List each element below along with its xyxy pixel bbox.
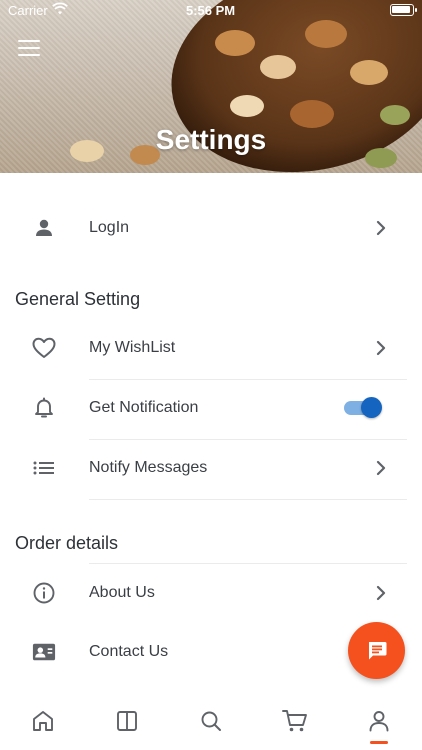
notify-messages-label: Notify Messages bbox=[89, 459, 208, 476]
person-icon bbox=[32, 216, 56, 240]
bell-icon bbox=[32, 396, 56, 420]
nut-decor bbox=[260, 55, 296, 79]
notification-label: Get Notification bbox=[89, 399, 199, 416]
battery-icon bbox=[390, 4, 417, 16]
general-setting-title: General Setting bbox=[15, 289, 141, 309]
nut-decor bbox=[230, 95, 264, 117]
cart-icon[interactable] bbox=[281, 707, 309, 735]
about-us-row[interactable]: About Us bbox=[0, 563, 422, 623]
divider bbox=[89, 499, 407, 500]
chevron-right-icon bbox=[376, 340, 386, 356]
list-icon bbox=[32, 456, 56, 480]
nut-decor bbox=[305, 20, 347, 48]
search-icon[interactable] bbox=[197, 707, 225, 735]
status-bar: Carrier 5:56 PM bbox=[0, 0, 422, 22]
carrier-label: Carrier bbox=[8, 3, 48, 18]
wishlist-row[interactable]: My WishList bbox=[0, 318, 422, 378]
home-icon[interactable] bbox=[29, 707, 57, 735]
clock: 5:56 PM bbox=[186, 3, 236, 18]
notify-messages-row[interactable]: Notify Messages bbox=[0, 438, 422, 498]
nut-decor bbox=[380, 105, 410, 125]
login-row[interactable]: LogIn bbox=[0, 198, 422, 258]
notification-toggle[interactable] bbox=[344, 397, 382, 418]
chevron-right-icon bbox=[376, 585, 386, 601]
toggle-knob bbox=[361, 397, 382, 418]
hamburger-menu-icon[interactable] bbox=[18, 40, 40, 58]
login-label: LogIn bbox=[89, 219, 130, 236]
profile-icon[interactable] bbox=[365, 707, 393, 735]
about-us-label: About Us bbox=[89, 584, 155, 601]
chevron-right-icon bbox=[376, 460, 386, 476]
order-details-title: Order details bbox=[15, 533, 119, 553]
contact-us-label: Contact Us bbox=[89, 643, 169, 660]
active-tab-indicator bbox=[370, 741, 388, 744]
page-title: Settings bbox=[155, 124, 267, 155]
bottom-tab-bar bbox=[0, 695, 422, 750]
contact-card-icon bbox=[32, 640, 56, 664]
nut-decor bbox=[350, 60, 388, 85]
chat-button[interactable] bbox=[348, 622, 405, 679]
heart-icon bbox=[32, 336, 56, 360]
info-icon bbox=[32, 581, 56, 605]
wifi-icon bbox=[52, 2, 68, 19]
nut-decor bbox=[215, 30, 255, 56]
wishlist-label: My WishList bbox=[89, 339, 176, 356]
chat-icon bbox=[368, 641, 386, 659]
chevron-right-icon bbox=[376, 220, 386, 236]
catalog-icon[interactable] bbox=[113, 707, 141, 735]
notification-row: Get Notification bbox=[0, 378, 422, 438]
header-banner: Carrier 5:56 PM Settings bbox=[0, 0, 422, 173]
